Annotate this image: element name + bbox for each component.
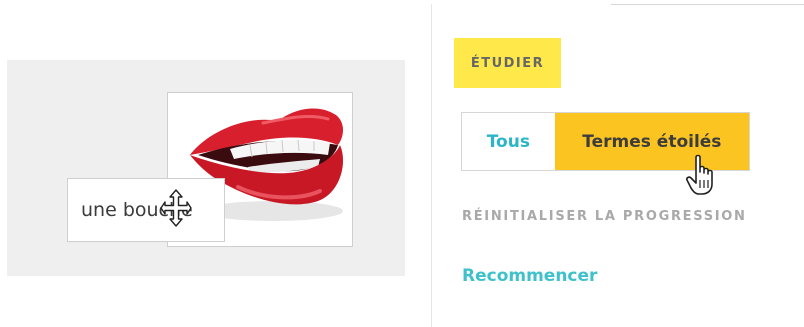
term-card[interactable]: une bouche xyxy=(67,178,225,242)
filter-all-label: Tous xyxy=(486,131,530,152)
restart-link[interactable]: Recommencer xyxy=(462,266,597,286)
hand-pointer-icon xyxy=(686,154,713,195)
reset-progress-heading: RÉINITIALISER LA PROGRESSION xyxy=(462,209,747,224)
study-heading-text: ÉTUDIER xyxy=(470,55,545,71)
move-cursor-icon xyxy=(160,189,192,227)
page: une bouche ÉTUDIER Tous Termes étoilés R… xyxy=(0,0,804,327)
panel-divider xyxy=(611,4,804,5)
filter-starred-label: Termes étoilés xyxy=(582,131,722,152)
filter-all-button[interactable]: Tous xyxy=(462,113,555,170)
study-heading: ÉTUDIER xyxy=(454,38,561,88)
